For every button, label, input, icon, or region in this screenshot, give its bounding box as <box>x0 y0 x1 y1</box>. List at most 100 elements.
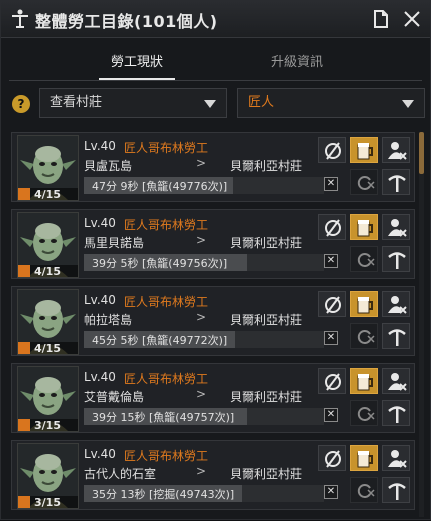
worker-row[interactable]: 3/15 Lv.40 匠人哥布林勞工 古代人的石室 > 貝爾利亞村莊 35分 1… <box>11 440 415 510</box>
stamina-bar: 4/15 <box>18 188 78 200</box>
home-village: 貝爾利亞村莊 <box>230 236 303 250</box>
repeat-icon <box>357 330 375 344</box>
worker-portrait[interactable]: 3/15 <box>17 443 79 509</box>
stamina-bar: 3/15 <box>18 419 78 431</box>
upgrade-worker-button[interactable] <box>382 246 410 272</box>
cancel-task-button[interactable]: ✕ <box>324 177 338 191</box>
repeat-task-button[interactable] <box>350 400 378 426</box>
worker-portrait[interactable]: 3/15 <box>17 366 79 432</box>
repeat-icon <box>357 176 375 190</box>
task-status: 45分 5秒 [魚籠(49772次)] <box>92 334 228 347</box>
fire-worker-icon <box>388 373 407 391</box>
cancel-task-button[interactable]: ✕ <box>324 331 338 345</box>
worker-level: Lv.40 <box>84 447 116 461</box>
stamina-value: 3/15 <box>34 496 61 509</box>
pickaxe-upgrade-icon <box>388 483 406 500</box>
worker-name: 匠人哥布林勞工 <box>124 218 209 232</box>
worker-list[interactable]: 4/15 Lv.40 匠人哥布林勞工 貝盧瓦島 > 貝爾利亞村莊 47分 9秒 … <box>11 132 415 521</box>
repeat-task-button[interactable] <box>350 246 378 272</box>
fire-worker-button[interactable] <box>382 368 410 394</box>
fire-worker-button[interactable] <box>382 445 410 471</box>
no-food-button[interactable] <box>318 368 346 394</box>
cancel-task-button[interactable]: ✕ <box>324 254 338 268</box>
fire-worker-icon <box>388 142 407 160</box>
window-title: 整體勞工目錄(101個人) <box>35 12 218 31</box>
repeat-task-button[interactable] <box>350 169 378 195</box>
pickaxe-upgrade-icon <box>388 406 406 423</box>
task-status: 39分 15秒 [魚籠(49757次)] <box>92 411 235 424</box>
village-filter-value: 查看村莊 <box>50 95 103 110</box>
repeat-icon <box>357 253 375 267</box>
worker-name: 匠人哥布林勞工 <box>124 372 209 386</box>
dropdown-arrow-icon <box>204 100 216 108</box>
location-arrow: > <box>196 156 207 170</box>
worker-portrait[interactable]: 4/15 <box>17 289 79 355</box>
worker-emblem-icon <box>12 9 28 28</box>
no-food-button[interactable] <box>318 445 346 471</box>
fire-worker-icon <box>388 219 407 237</box>
give-beer-button[interactable] <box>350 291 378 317</box>
worker-portrait[interactable]: 4/15 <box>17 135 79 201</box>
stamina-fill <box>18 265 30 277</box>
task-progress-bar: 45分 5秒 [魚籠(49772次)] <box>84 331 324 348</box>
worker-row[interactable]: 4/15 Lv.40 匠人哥布林勞工 帕拉塔島 > 貝爾利亞村莊 45分 5秒 … <box>11 286 415 356</box>
village-filter-select[interactable]: 查看村莊 <box>39 88 227 118</box>
upgrade-worker-button[interactable] <box>382 323 410 349</box>
upgrade-worker-button[interactable] <box>382 169 410 195</box>
location-arrow: > <box>196 387 207 401</box>
task-progress-bar: 39分 5秒 [魚籠(49756次)] <box>84 254 324 271</box>
pickaxe-upgrade-icon <box>388 329 406 346</box>
pickaxe-upgrade-icon <box>388 175 406 192</box>
active-tab-indicator <box>99 78 175 80</box>
tab-upgrade-info[interactable]: 升級資訊 <box>227 51 367 70</box>
location-arrow: > <box>196 310 207 324</box>
give-beer-button[interactable] <box>350 137 378 163</box>
help-icon[interactable]: ? <box>12 95 30 113</box>
repeat-icon <box>357 407 375 421</box>
fire-worker-button[interactable] <box>382 291 410 317</box>
repeat-task-button[interactable] <box>350 477 378 503</box>
worker-location: 古代人的石室 <box>84 467 157 481</box>
no-food-button[interactable] <box>318 291 346 317</box>
grade-filter-value: 匠人 <box>248 95 275 110</box>
scroll-thumb[interactable] <box>419 132 424 174</box>
document-icon[interactable] <box>370 8 392 30</box>
stamina-value: 3/15 <box>34 419 61 432</box>
worker-row[interactable]: 3/15 Lv.40 匠人哥布林勞工 艾普戴倫島 > 貝爾利亞村莊 39分 15… <box>11 363 415 433</box>
worker-portrait[interactable]: 4/15 <box>17 212 79 278</box>
beer-mug-icon <box>357 297 373 314</box>
tab-worker-status[interactable]: 勞工現狀 <box>67 51 207 70</box>
location-arrow: > <box>196 464 207 478</box>
fire-worker-button[interactable] <box>382 137 410 163</box>
stamina-fill <box>18 188 30 200</box>
scrollbar[interactable] <box>419 132 424 517</box>
worker-name: 匠人哥布林勞工 <box>124 141 209 155</box>
cancel-task-button[interactable]: ✕ <box>324 408 338 422</box>
repeat-icon <box>357 484 375 498</box>
title-bar[interactable]: 整體勞工目錄(101個人) <box>1 1 430 38</box>
pickaxe-upgrade-icon <box>388 252 406 269</box>
worker-location: 貝盧瓦島 <box>84 159 133 173</box>
no-food-icon <box>325 450 341 468</box>
worker-level: Lv.40 <box>84 293 116 307</box>
grade-filter-select[interactable]: 匠人 <box>237 88 425 118</box>
task-status: 39分 5秒 [魚籠(49756次)] <box>92 257 228 270</box>
home-village: 貝爾利亞村莊 <box>230 159 303 173</box>
no-food-button[interactable] <box>318 137 346 163</box>
fire-worker-button[interactable] <box>382 214 410 240</box>
repeat-task-button[interactable] <box>350 323 378 349</box>
upgrade-worker-button[interactable] <box>382 477 410 503</box>
task-progress-bar: 39分 15秒 [魚籠(49757次)] <box>84 408 324 425</box>
give-beer-button[interactable] <box>350 214 378 240</box>
worker-row[interactable]: 4/15 Lv.40 匠人哥布林勞工 貝盧瓦島 > 貝爾利亞村莊 47分 9秒 … <box>11 132 415 202</box>
give-beer-button[interactable] <box>350 368 378 394</box>
tab-divider <box>9 80 422 81</box>
give-beer-button[interactable] <box>350 445 378 471</box>
no-food-button[interactable] <box>318 214 346 240</box>
task-progress-bar: 35分 13秒 [挖掘(49743次)] <box>84 485 324 502</box>
upgrade-worker-button[interactable] <box>382 400 410 426</box>
worker-row[interactable]: 4/15 Lv.40 匠人哥布林勞工 馬里貝諾島 > 貝爾利亞村莊 39分 5秒… <box>11 209 415 279</box>
close-icon[interactable] <box>401 8 423 30</box>
cancel-task-button[interactable]: ✕ <box>324 485 338 499</box>
beer-mug-icon <box>357 143 373 160</box>
